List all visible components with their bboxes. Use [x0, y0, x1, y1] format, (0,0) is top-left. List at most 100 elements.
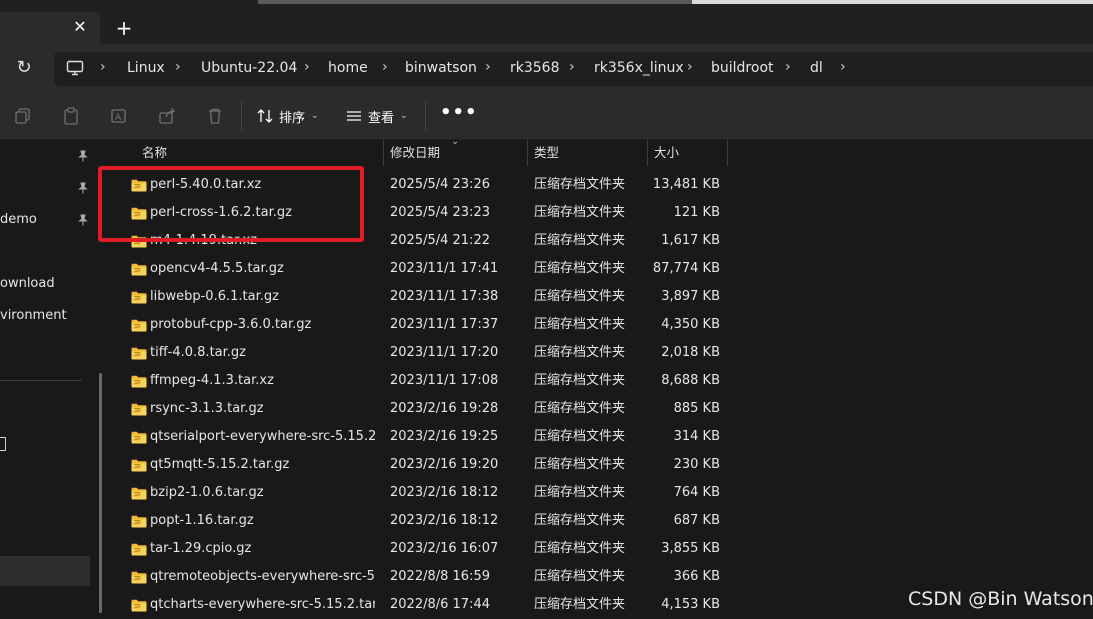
chevron-right-icon[interactable]: ›	[175, 59, 181, 75]
top-strip-light	[692, 0, 1093, 4]
file-name: tiff-4.0.8.tar.gz	[150, 345, 246, 360]
sort-button[interactable]: 排序 ⌄	[257, 103, 319, 129]
file-size: 366 KB	[673, 569, 720, 584]
sort-indicator-icon: ⌄	[451, 136, 460, 147]
pin-icon[interactable]	[77, 150, 89, 162]
file-type: 压缩存档文件夹	[534, 401, 626, 416]
breadcrumb-rk3568[interactable]: rk3568	[510, 60, 560, 76]
sidebar-item-selected[interactable]	[0, 556, 90, 586]
paste-icon[interactable]	[62, 107, 80, 125]
file-date: 2023/11/1 17:38	[390, 289, 499, 304]
file-size: 13,481 KB	[652, 177, 720, 192]
file-type: 压缩存档文件夹	[534, 205, 626, 220]
share-icon[interactable]	[158, 107, 176, 125]
column-divider[interactable]	[727, 140, 728, 166]
title-bar: ✕ +	[0, 0, 1093, 44]
file-row[interactable]: tar-1.29.cpio.gz 2023/2/16 16:07 压缩存档文件夹 3,…	[120, 535, 740, 563]
column-divider[interactable]	[383, 140, 384, 166]
copy-icon[interactable]	[14, 107, 32, 125]
file-date: 2022/8/6 17:44	[390, 597, 490, 612]
file-date: 2023/2/16 18:12	[390, 485, 499, 500]
close-icon[interactable]: ✕	[70, 17, 90, 37]
more-options-button[interactable]: •••	[440, 103, 477, 129]
column-header-date[interactable]: 修改日期	[390, 140, 440, 166]
pin-icon[interactable]	[77, 214, 89, 226]
column-divider[interactable]	[527, 140, 528, 166]
refresh-icon[interactable]: ↻	[14, 58, 34, 78]
zip-folder-icon	[131, 291, 147, 304]
navigation-pane: demo ownload vironment	[0, 140, 110, 617]
sidebar-item-download[interactable]: ownload	[0, 276, 55, 291]
file-type: 压缩存档文件夹	[534, 429, 626, 444]
file-row[interactable]: qtremoteobjects-everywhere-src-5.1... 202…	[120, 563, 740, 591]
file-date: 2023/11/1 17:37	[390, 317, 499, 332]
sidebar-item-environment[interactable]: vironment	[0, 308, 67, 323]
rename-icon[interactable]: A	[110, 107, 128, 125]
chevron-right-icon[interactable]: ›	[569, 59, 575, 75]
zip-folder-icon	[131, 375, 147, 388]
chevron-right-icon[interactable]: ›	[840, 59, 846, 75]
file-name: popt-1.16.tar.gz	[150, 513, 254, 528]
file-date: 2025/5/4 21:22	[390, 233, 490, 248]
file-row[interactable]: ffmpeg-4.1.3.tar.xz 2023/11/1 17:08 压缩存档文件…	[120, 367, 740, 395]
chevron-right-icon[interactable]: ›	[100, 59, 106, 75]
chevron-right-icon[interactable]: ›	[382, 59, 388, 75]
pin-icon[interactable]	[77, 182, 89, 194]
zip-folder-icon	[131, 403, 147, 416]
file-row[interactable]: tiff-4.0.8.tar.gz 2023/11/1 17:20 压缩存档文件夹 2…	[120, 339, 740, 367]
column-divider[interactable]	[647, 140, 648, 166]
file-row[interactable]: qtcharts-everywhere-src-5.15.2.tar.xz 202…	[120, 591, 740, 619]
file-row[interactable]: qtserialport-everywhere-src-5.15.2.ta...…	[120, 423, 740, 451]
chevron-down-icon: ⌄	[400, 111, 408, 121]
file-date: 2022/8/8 16:59	[390, 569, 490, 584]
file-type: 压缩存档文件夹	[534, 541, 626, 556]
plus-icon[interactable]: +	[113, 17, 135, 39]
file-date: 2023/2/16 19:20	[390, 457, 499, 472]
file-date: 2023/11/1 17:41	[390, 261, 499, 276]
file-row[interactable]: qt5mqtt-5.15.2.tar.gz 2023/2/16 19:20 压缩存档…	[120, 451, 740, 479]
chevron-right-icon[interactable]: ›	[304, 59, 310, 75]
file-size: 87,774 KB	[652, 261, 720, 276]
chevron-right-icon[interactable]: ›	[687, 59, 693, 75]
column-header-name[interactable]: 名称	[142, 140, 167, 166]
file-size: 3,897 KB	[661, 289, 720, 304]
file-size: 4,350 KB	[661, 317, 720, 332]
chevron-right-icon[interactable]: ›	[785, 59, 791, 75]
chevron-right-icon[interactable]: ›	[485, 59, 491, 75]
svg-text:A: A	[115, 113, 122, 123]
file-date: 2023/11/1 17:20	[390, 345, 499, 360]
view-button[interactable]: 查看 ⌄	[346, 103, 408, 129]
breadcrumb-linux[interactable]: Linux	[127, 60, 165, 76]
breadcrumb-buildroot[interactable]: buildroot	[711, 60, 774, 76]
breadcrumb-ubuntu[interactable]: Ubuntu-22.04	[201, 60, 297, 76]
file-row[interactable]: popt-1.16.tar.gz 2023/2/16 18:12 压缩存档文件夹 68…	[120, 507, 740, 535]
column-header-size[interactable]: 大小	[654, 140, 679, 166]
sidebar-scrollbar[interactable]	[99, 373, 102, 613]
sidebar-item-fragment[interactable]	[0, 437, 6, 451]
trash-icon[interactable]	[206, 107, 224, 125]
breadcrumb-home[interactable]: home	[328, 60, 368, 76]
file-type: 压缩存档文件夹	[534, 597, 626, 612]
monitor-icon[interactable]	[66, 60, 84, 76]
address-bar[interactable]: › Linux › Ubuntu-22.04 › home › binwatso…	[54, 52, 1093, 86]
sidebar-item-demo[interactable]: demo	[0, 212, 37, 227]
file-row[interactable]: opencv4-4.5.5.tar.gz 2023/11/1 17:41 压缩存档文…	[120, 255, 740, 283]
sort-label: 排序	[279, 110, 306, 126]
toolbar-divider	[425, 101, 426, 131]
breadcrumb-rk356x-linux[interactable]: rk356x_linux	[594, 60, 684, 76]
breadcrumb-binwatson[interactable]: binwatson	[405, 60, 477, 76]
file-row[interactable]: libwebp-0.6.1.tar.gz 2023/11/1 17:38 压缩存档文…	[120, 283, 740, 311]
file-date: 2023/2/16 16:07	[390, 541, 499, 556]
file-row[interactable]: protobuf-cpp-3.6.0.tar.gz 2023/11/1 17:37…	[120, 311, 740, 339]
file-type: 压缩存档文件夹	[534, 345, 626, 360]
zip-folder-icon	[131, 599, 147, 612]
file-type: 压缩存档文件夹	[534, 485, 626, 500]
file-type: 压缩存档文件夹	[534, 177, 626, 192]
file-size: 2,018 KB	[661, 345, 720, 360]
file-date: 2023/2/16 18:12	[390, 513, 499, 528]
breadcrumb-dl[interactable]: dl	[810, 60, 823, 76]
file-row[interactable]: rsync-3.1.3.tar.gz 2023/2/16 19:28 压缩存档文件夹…	[120, 395, 740, 423]
column-header-type[interactable]: 类型	[534, 140, 559, 166]
file-row[interactable]: bzip2-1.0.6.tar.gz 2023/2/16 18:12 压缩存档文件夹…	[120, 479, 740, 507]
sidebar-divider	[0, 380, 82, 381]
